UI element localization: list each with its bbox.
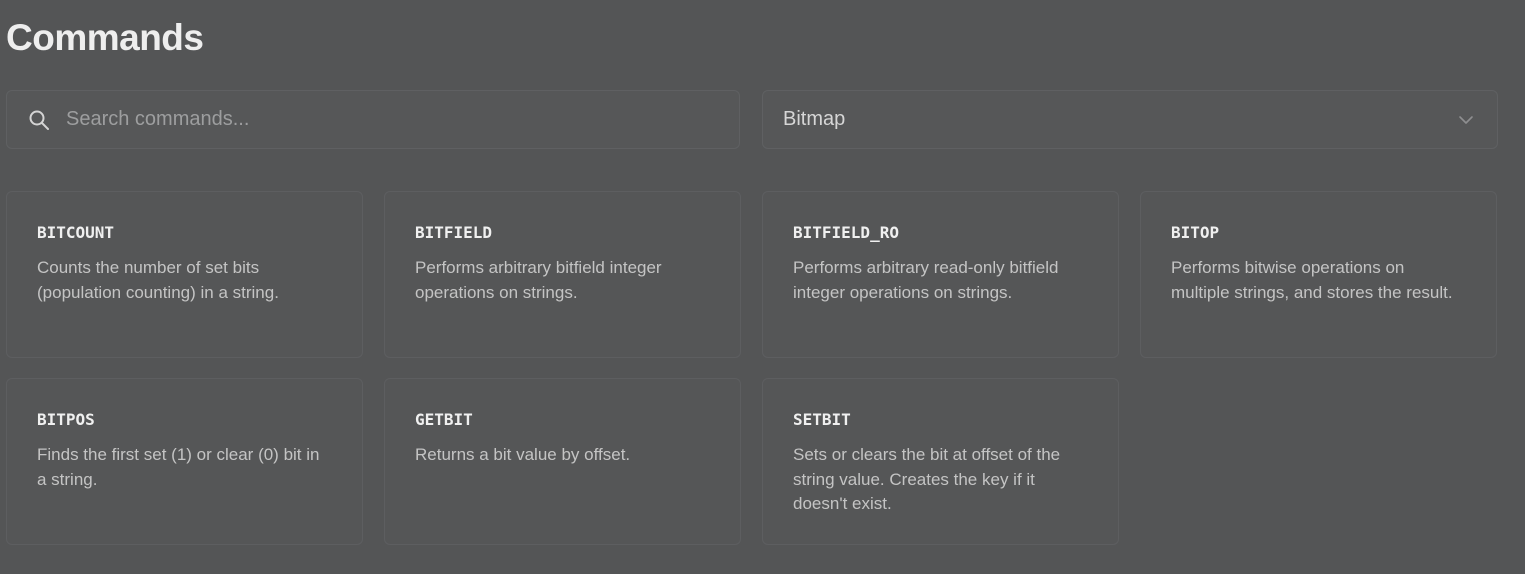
page-title: Commands: [6, 17, 204, 58]
command-name: BITFIELD_RO: [793, 223, 899, 242]
command-name: SETBIT: [793, 410, 851, 429]
command-card-bitop[interactable]: BITOP Performs bitwise operations on mul…: [1140, 191, 1497, 358]
command-name: GETBIT: [415, 410, 473, 429]
search-icon: [28, 109, 50, 131]
command-description: Performs arbitrary bitfield integer oper…: [415, 258, 662, 302]
command-description: Counts the number of set bits (populatio…: [37, 258, 279, 302]
category-selected-value: Bitmap: [783, 108, 846, 130]
command-name: BITFIELD: [415, 223, 493, 242]
command-card-getbit[interactable]: GETBIT Returns a bit value by offset.: [384, 378, 741, 545]
command-description: Finds the first set (1) or clear (0) bit…: [37, 445, 320, 489]
command-card-bitfield-ro[interactable]: BITFIELD_RO Performs arbitrary read-only…: [762, 191, 1119, 358]
command-description: Returns a bit value by offset.: [415, 445, 631, 464]
command-card-bitpos[interactable]: BITPOS Finds the first set (1) or clear …: [6, 378, 363, 545]
command-grid: BITCOUNT Counts the number of set bits (…: [6, 191, 1498, 545]
command-description: Performs arbitrary read-only bitfield in…: [793, 258, 1059, 302]
chevron-down-icon: [1457, 111, 1475, 129]
command-description: Sets or clears the bit at offset of the …: [793, 445, 1061, 513]
command-description: Performs bitwise operations on multiple …: [1171, 258, 1453, 302]
command-name: BITCOUNT: [37, 223, 115, 242]
search-box[interactable]: [6, 90, 740, 149]
command-card-bitcount[interactable]: BITCOUNT Counts the number of set bits (…: [6, 191, 363, 358]
command-card-bitfield[interactable]: BITFIELD Performs arbitrary bitfield int…: [384, 191, 741, 358]
search-input[interactable]: [66, 108, 723, 131]
command-name: BITOP: [1171, 223, 1220, 242]
category-select[interactable]: Bitmap: [762, 90, 1498, 149]
command-name: BITPOS: [37, 410, 95, 429]
command-card-setbit[interactable]: SETBIT Sets or clears the bit at offset …: [762, 378, 1119, 545]
